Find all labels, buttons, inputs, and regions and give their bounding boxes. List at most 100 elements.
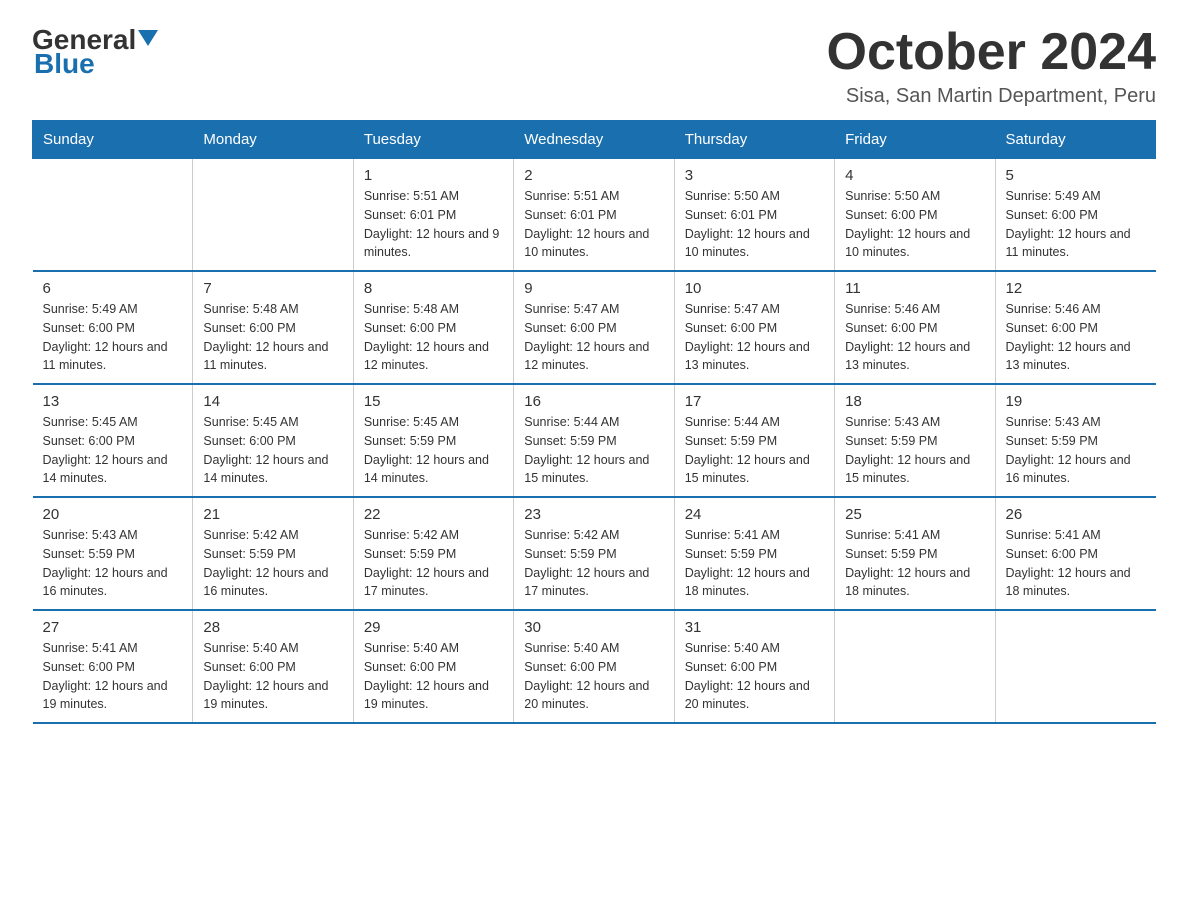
day-number: 1 (364, 167, 503, 184)
calendar-cell: 19 Sunrise: 5:43 AMSunset: 5:59 PMDayligh… (995, 384, 1155, 497)
calendar-cell: 20Sunrise: 5:43 AMSunset: 5:59 PMDayligh… (33, 497, 193, 610)
day-info: Sunrise: 5:48 AMSunset: 6:00 PMDaylight:… (364, 300, 503, 375)
day-number: 11 (845, 280, 984, 297)
day-number: 9 (524, 280, 663, 297)
logo-triangle-icon (138, 30, 158, 46)
title-section: October 2024 Sisa, San Martin Department… (827, 24, 1157, 108)
calendar-cell: 25 Sunrise: 5:41 AMSunset: 5:59 PMDayligh… (835, 497, 995, 610)
day-info: Sunrise: 5:43 AMSunset: 5:59 PMDaylight:… (845, 413, 984, 488)
header-row: SundayMondayTuesdayWednesdayThursdayFrid… (33, 121, 1156, 159)
calendar-cell: 21Sunrise: 5:42 AMSunset: 5:59 PMDayligh… (193, 497, 353, 610)
day-info: Sunrise: 5:43 AMSunset: 5:59 PMDaylight:… (1006, 413, 1146, 488)
day-number: 10 (685, 280, 824, 297)
day-info: Sunrise: 5:47 AMSunset: 6:00 PMDaylight:… (524, 300, 663, 375)
calendar-cell: 15 Sunrise: 5:45 AMSunset: 5:59 PMDayligh… (353, 384, 513, 497)
calendar-cell: 30 Sunrise: 5:40 AMSunset: 6:00 PMDayligh… (514, 610, 674, 723)
calendar-cell: 31 Sunrise: 5:40 AMSunset: 6:00 PMDayligh… (674, 610, 834, 723)
calendar-cell: 16Sunrise: 5:44 AMSunset: 5:59 PMDayligh… (514, 384, 674, 497)
day-number: 8 (364, 280, 503, 297)
day-info: Sunrise: 5:46 AMSunset: 6:00 PMDaylight:… (845, 300, 984, 375)
calendar-cell (995, 610, 1155, 723)
calendar-cell: 23Sunrise: 5:42 AMSunset: 5:59 PMDayligh… (514, 497, 674, 610)
day-info: Sunrise: 5:44 AMSunset: 5:59 PMDaylight:… (685, 413, 824, 488)
calendar-cell: 27 Sunrise: 5:41 AMSunset: 6:00 PMDayligh… (33, 610, 193, 723)
day-number: 31 (685, 619, 824, 636)
day-number: 27 (43, 619, 183, 636)
calendar-cell: 28 Sunrise: 5:40 AMSunset: 6:00 PMDayligh… (193, 610, 353, 723)
day-number: 25 (845, 506, 984, 523)
calendar-table: SundayMondayTuesdayWednesdayThursdayFrid… (32, 120, 1156, 724)
week-row-5: 27 Sunrise: 5:41 AMSunset: 6:00 PMDayligh… (33, 610, 1156, 723)
day-number: 30 (524, 619, 663, 636)
day-number: 19 (1006, 393, 1146, 410)
day-info: Sunrise: 5:51 AMSunset: 6:01 PMDaylight:… (364, 187, 503, 262)
day-number: 18 (845, 393, 984, 410)
calendar-cell: 5Sunrise: 5:49 AMSunset: 6:00 PMDaylight… (995, 159, 1155, 272)
day-info: Sunrise: 5:42 AMSunset: 5:59 PMDaylight:… (203, 526, 342, 601)
calendar-cell: 29Sunrise: 5:40 AMSunset: 6:00 PMDayligh… (353, 610, 513, 723)
day-number: 22 (364, 506, 503, 523)
logo: General Blue (32, 24, 158, 80)
header-day-sunday: Sunday (33, 121, 193, 159)
header-day-wednesday: Wednesday (514, 121, 674, 159)
calendar-cell: 26 Sunrise: 5:41 AMSunset: 6:00 PMDayligh… (995, 497, 1155, 610)
day-number: 16 (524, 393, 663, 410)
day-info: Sunrise: 5:45 AMSunset: 5:59 PMDaylight:… (364, 413, 503, 488)
week-row-1: 1 Sunrise: 5:51 AMSunset: 6:01 PMDaylight… (33, 159, 1156, 272)
day-number: 6 (43, 280, 183, 297)
calendar-header: SundayMondayTuesdayWednesdayThursdayFrid… (33, 121, 1156, 159)
day-info: Sunrise: 5:41 AMSunset: 5:59 PMDaylight:… (845, 526, 984, 601)
day-number: 26 (1006, 506, 1146, 523)
calendar-cell: 22Sunrise: 5:42 AMSunset: 5:59 PMDayligh… (353, 497, 513, 610)
day-info: Sunrise: 5:47 AMSunset: 6:00 PMDaylight:… (685, 300, 824, 375)
page-title: October 2024 (827, 24, 1157, 81)
day-info: Sunrise: 5:50 AMSunset: 6:01 PMDaylight:… (685, 187, 824, 262)
day-info: Sunrise: 5:41 AMSunset: 5:59 PMDaylight:… (685, 526, 824, 601)
day-info: Sunrise: 5:48 AMSunset: 6:00 PMDaylight:… (203, 300, 342, 375)
day-info: Sunrise: 5:51 AMSunset: 6:01 PMDaylight:… (524, 187, 663, 262)
day-info: Sunrise: 5:41 AMSunset: 6:00 PMDaylight:… (43, 639, 183, 714)
day-number: 28 (203, 619, 342, 636)
page-subtitle: Sisa, San Martin Department, Peru (827, 85, 1157, 108)
day-info: Sunrise: 5:50 AMSunset: 6:00 PMDaylight:… (845, 187, 984, 262)
day-info: Sunrise: 5:45 AMSunset: 6:00 PMDaylight:… (203, 413, 342, 488)
header-day-tuesday: Tuesday (353, 121, 513, 159)
day-number: 24 (685, 506, 824, 523)
header-day-friday: Friday (835, 121, 995, 159)
calendar-body: 1 Sunrise: 5:51 AMSunset: 6:01 PMDaylight… (33, 159, 1156, 724)
day-info: Sunrise: 5:40 AMSunset: 6:00 PMDaylight:… (685, 639, 824, 714)
calendar-cell: 11 Sunrise: 5:46 AMSunset: 6:00 PMDayligh… (835, 271, 995, 384)
calendar-cell: 13Sunrise: 5:45 AMSunset: 6:00 PMDayligh… (33, 384, 193, 497)
calendar-cell: 6 Sunrise: 5:49 AMSunset: 6:00 PMDaylight… (33, 271, 193, 384)
calendar-cell: 24 Sunrise: 5:41 AMSunset: 5:59 PMDayligh… (674, 497, 834, 610)
week-row-2: 6 Sunrise: 5:49 AMSunset: 6:00 PMDaylight… (33, 271, 1156, 384)
calendar-cell (193, 159, 353, 272)
calendar-cell: 14Sunrise: 5:45 AMSunset: 6:00 PMDayligh… (193, 384, 353, 497)
day-info: Sunrise: 5:46 AMSunset: 6:00 PMDaylight:… (1006, 300, 1146, 375)
day-number: 29 (364, 619, 503, 636)
calendar-cell: 12Sunrise: 5:46 AMSunset: 6:00 PMDayligh… (995, 271, 1155, 384)
calendar-cell: 4Sunrise: 5:50 AMSunset: 6:00 PMDaylight… (835, 159, 995, 272)
header-day-monday: Monday (193, 121, 353, 159)
week-row-3: 13 Sunrise: 5:45 AMSunset: 6:00 PMDayligh… (33, 384, 1156, 497)
page-header: General Blue October 2024 Sisa, San Mart… (32, 24, 1156, 108)
day-info: Sunrise: 5:49 AMSunset: 6:00 PMDaylight:… (43, 300, 183, 375)
day-number: 20 (43, 506, 183, 523)
calendar-cell: 18 Sunrise: 5:43 AMSunset: 5:59 PMDayligh… (835, 384, 995, 497)
calendar-cell: 8 Sunrise: 5:48 AMSunset: 6:00 PMDaylight… (353, 271, 513, 384)
calendar-cell (33, 159, 193, 272)
day-number: 7 (203, 280, 342, 297)
day-number: 3 (685, 167, 824, 184)
calendar-cell: 17Sunrise: 5:44 AMSunset: 5:59 PMDayligh… (674, 384, 834, 497)
calendar-cell: 1 Sunrise: 5:51 AMSunset: 6:01 PMDaylight… (353, 159, 513, 272)
day-number: 15 (364, 393, 503, 410)
day-info: Sunrise: 5:40 AMSunset: 6:00 PMDaylight:… (524, 639, 663, 714)
day-info: Sunrise: 5:41 AMSunset: 6:00 PMDaylight:… (1006, 526, 1146, 601)
day-number: 13 (43, 393, 183, 410)
calendar-cell: 10 Sunrise: 5:47 AMSunset: 6:00 PMDayligh… (674, 271, 834, 384)
calendar-cell (835, 610, 995, 723)
day-info: Sunrise: 5:40 AMSunset: 6:00 PMDaylight:… (203, 639, 342, 714)
day-info: Sunrise: 5:49 AMSunset: 6:00 PMDaylight:… (1006, 187, 1146, 262)
week-row-4: 20Sunrise: 5:43 AMSunset: 5:59 PMDayligh… (33, 497, 1156, 610)
calendar-cell: 7 Sunrise: 5:48 AMSunset: 6:00 PMDaylight… (193, 271, 353, 384)
